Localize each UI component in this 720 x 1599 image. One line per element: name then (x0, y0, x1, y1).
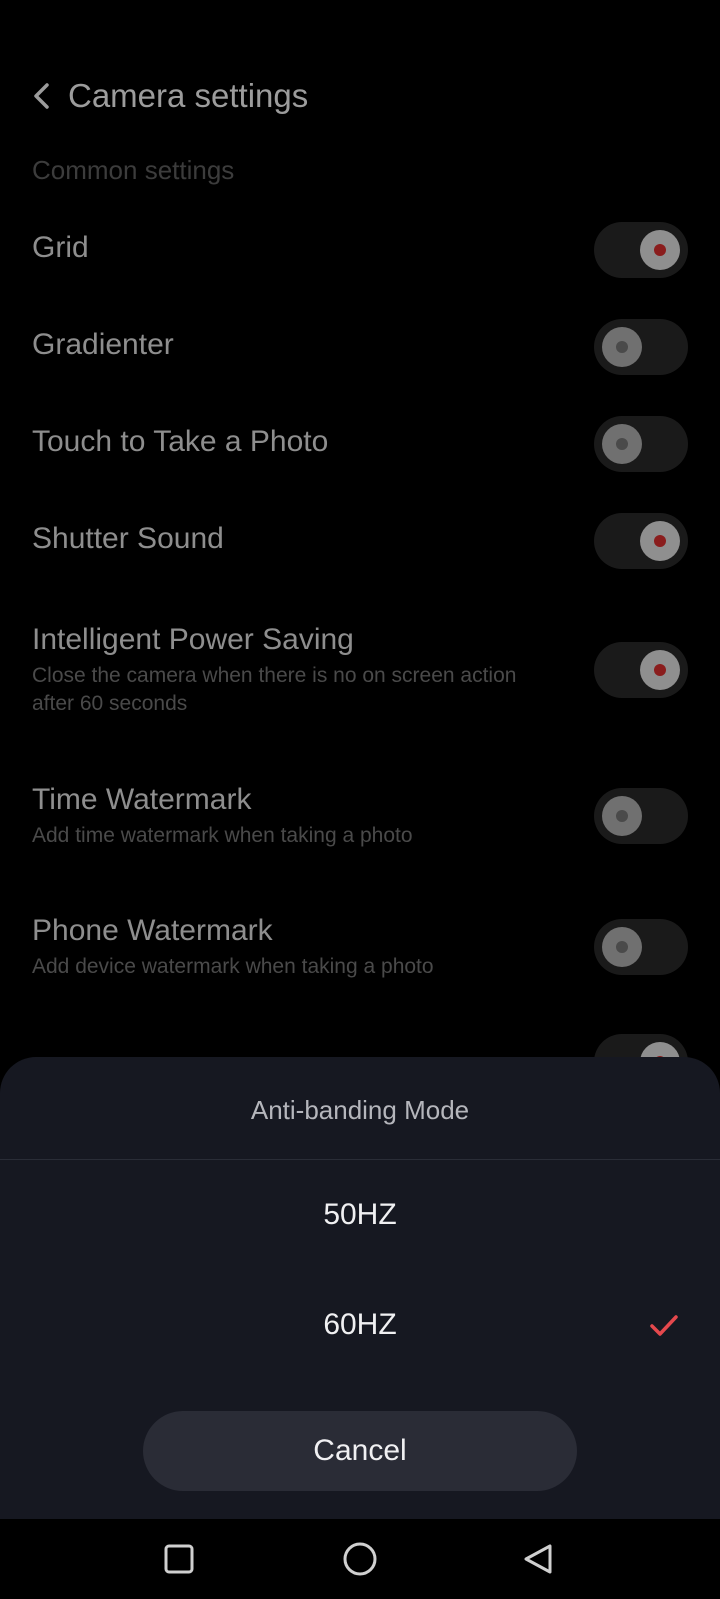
setting-row-time-watermark[interactable]: Time Watermark Add time watermark when t… (0, 780, 720, 856)
setting-row-touch-to-take-photo[interactable]: Touch to Take a Photo (0, 416, 720, 472)
setting-row-gradienter[interactable]: Gradienter (0, 319, 720, 375)
toggle-knob (602, 927, 642, 967)
header: Camera settings Common settings (0, 0, 720, 190)
setting-title: Gradienter (32, 328, 174, 361)
setting-title: Time Watermark (32, 783, 252, 816)
toggle-knob (640, 521, 680, 561)
cancel-label: Cancel (313, 1434, 407, 1467)
sheet-divider (0, 1159, 720, 1160)
toggle-knob (602, 796, 642, 836)
setting-title: Phone Watermark (32, 914, 273, 947)
cancel-button[interactable]: Cancel (143, 1411, 577, 1491)
section-header: Common settings (32, 155, 235, 185)
chevron-left-icon (34, 83, 49, 109)
page-title: Camera settings (68, 77, 309, 114)
nav-back-button[interactable] (514, 1535, 562, 1583)
check-icon (650, 1315, 678, 1336)
toggle-knob (602, 424, 642, 464)
toggle-knob (602, 327, 642, 367)
setting-title: Shutter Sound (32, 522, 224, 555)
grid-toggle[interactable] (594, 222, 688, 278)
time-watermark-toggle[interactable] (594, 788, 688, 844)
setting-title: Touch to Take a Photo (32, 425, 329, 458)
setting-title: Grid (32, 231, 89, 264)
shutter-sound-toggle[interactable] (594, 513, 688, 569)
touch-to-take-photo-toggle[interactable] (594, 416, 688, 472)
setting-row-phone-watermark[interactable]: Phone Watermark Add device watermark whe… (0, 911, 720, 987)
toggle-knob (640, 230, 680, 270)
phone-watermark-toggle[interactable] (594, 919, 688, 975)
setting-title: Intelligent Power Saving (32, 623, 354, 656)
option-50hz[interactable]: 50HZ (0, 1167, 720, 1267)
toggle-knob (640, 650, 680, 690)
gradienter-toggle[interactable] (594, 319, 688, 375)
system-nav-bar (0, 1519, 720, 1599)
anti-banding-sheet: Anti-banding Mode 50HZ 60HZ Cancel (0, 1057, 720, 1519)
recents-button[interactable] (155, 1535, 203, 1583)
setting-row-grid[interactable]: Grid (0, 222, 720, 278)
back-button[interactable] (22, 76, 62, 116)
sheet-title: Anti-banding Mode (250, 1095, 470, 1125)
square-icon (164, 1544, 194, 1574)
circle-icon (343, 1542, 377, 1576)
setting-subtitle: Add time watermark when taking a photo (32, 824, 413, 847)
setting-subtitle: Add device watermark when taking a photo (32, 955, 434, 978)
setting-row-shutter-sound[interactable]: Shutter Sound (0, 513, 720, 569)
home-button[interactable] (336, 1535, 384, 1583)
intelligent-power-saving-toggle[interactable] (594, 642, 688, 698)
setting-subtitle: Close the camera when there is no on scr… (32, 664, 517, 715)
camera-settings-screen: Camera settings Common settings Grid Gra… (0, 0, 720, 1599)
option-label: 50HZ (323, 1198, 397, 1231)
setting-row-intelligent-power-saving[interactable]: Intelligent Power Saving Close the camer… (0, 620, 720, 724)
triangle-back-icon (524, 1544, 552, 1574)
option-60hz[interactable]: 60HZ (0, 1277, 720, 1377)
option-label: 60HZ (323, 1308, 397, 1341)
